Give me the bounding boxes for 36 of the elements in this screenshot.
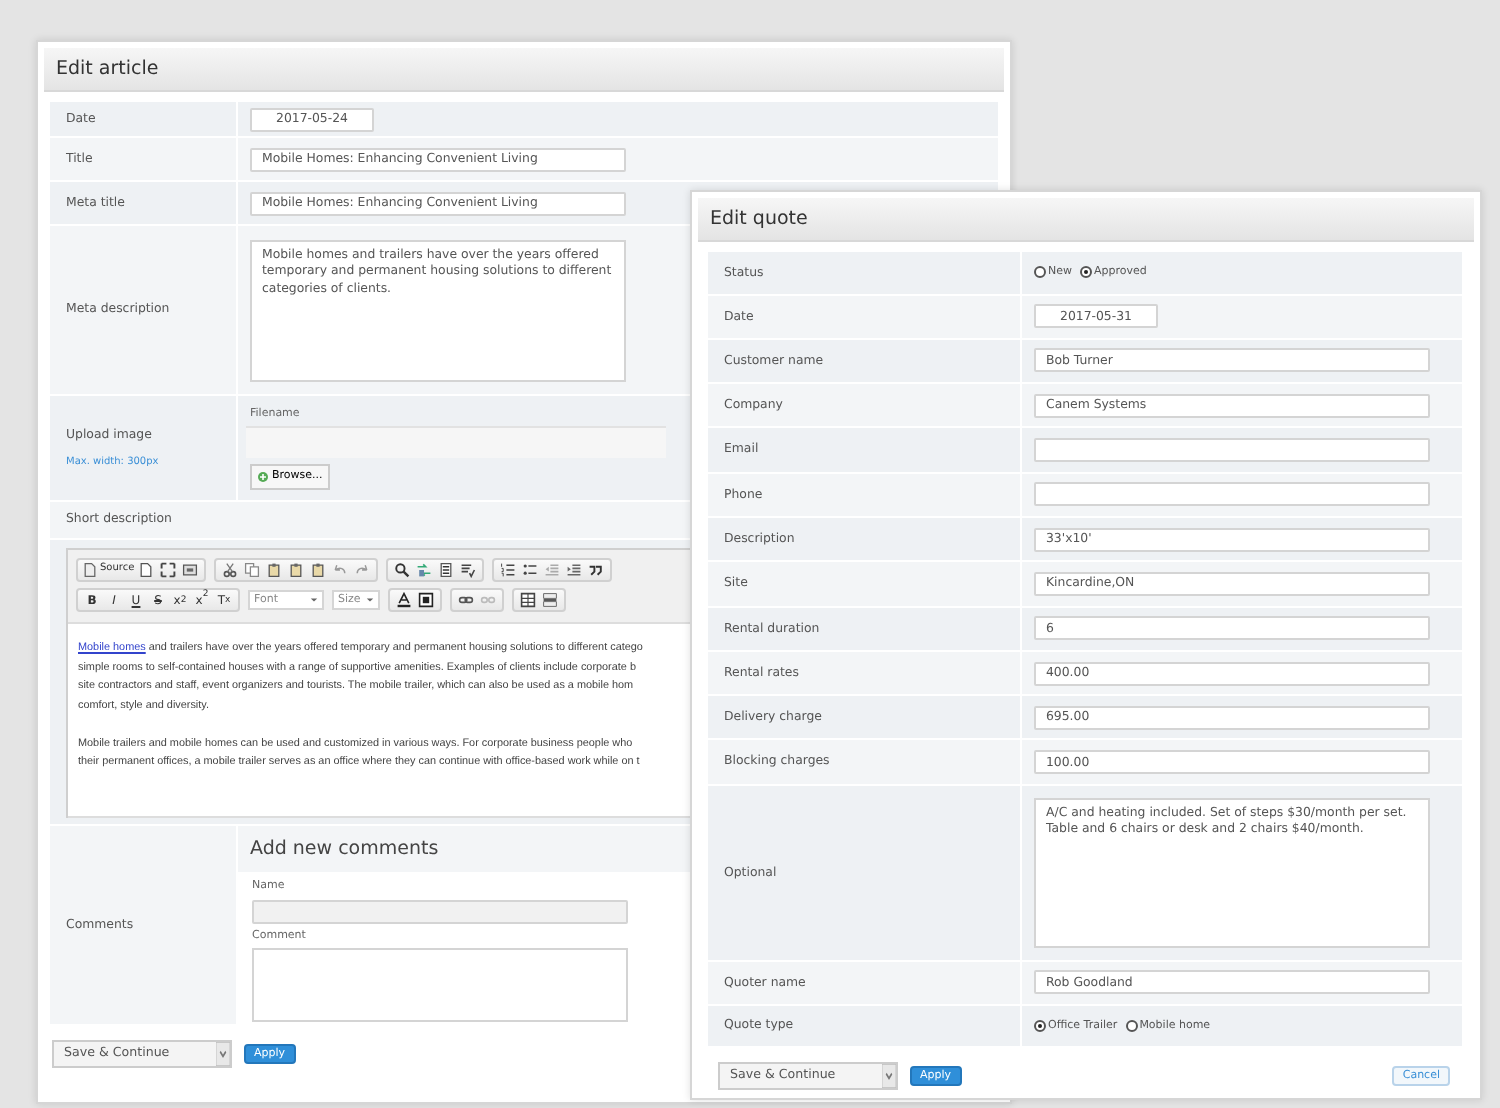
link-icon[interactable] [458,592,474,608]
bulleted-list-icon[interactable] [522,562,539,578]
section-heading: Add new comments [248,836,439,864]
clipboard-icon[interactable] [266,562,283,578]
document-icon[interactable] [82,562,98,578]
radio-button[interactable] [1125,1020,1138,1033]
radio-button[interactable] [1034,266,1046,279]
window-title: Edit quote [698,198,1474,242]
search-icon[interactable] [394,562,411,578]
caret-icon[interactable] [310,596,318,604]
maximize-icon[interactable] [160,562,177,578]
spellcheck-icon[interactable] [460,562,477,578]
caret-icon[interactable] [882,1064,896,1089]
radio-button[interactable] [1034,1020,1046,1033]
clipboard-icon[interactable] [310,562,327,578]
table-icon[interactable] [520,592,536,608]
window-title: Edit article [44,48,1004,92]
caret-icon[interactable] [366,596,374,604]
numbered-list-icon[interactable] [500,562,517,578]
horizontal-rule-icon[interactable] [542,592,558,608]
input-field[interactable] [1034,482,1430,507]
cut-icon[interactable] [222,562,239,578]
copy-icon[interactable] [244,562,261,578]
radio-button[interactable] [1080,266,1092,279]
plus-icon[interactable] [258,471,268,482]
clipboard-icon[interactable] [288,562,305,578]
blockquote-icon[interactable] [588,562,605,578]
page-icon[interactable] [138,562,155,578]
caret-icon[interactable] [216,1042,230,1066]
blocks-icon[interactable] [182,562,199,578]
select-all-icon[interactable] [438,562,455,578]
input-field[interactable] [252,899,628,923]
font-color-icon[interactable] [396,592,412,608]
input-field[interactable] [1034,438,1430,463]
indent-icon[interactable] [566,562,583,578]
redo-icon[interactable] [354,562,371,578]
